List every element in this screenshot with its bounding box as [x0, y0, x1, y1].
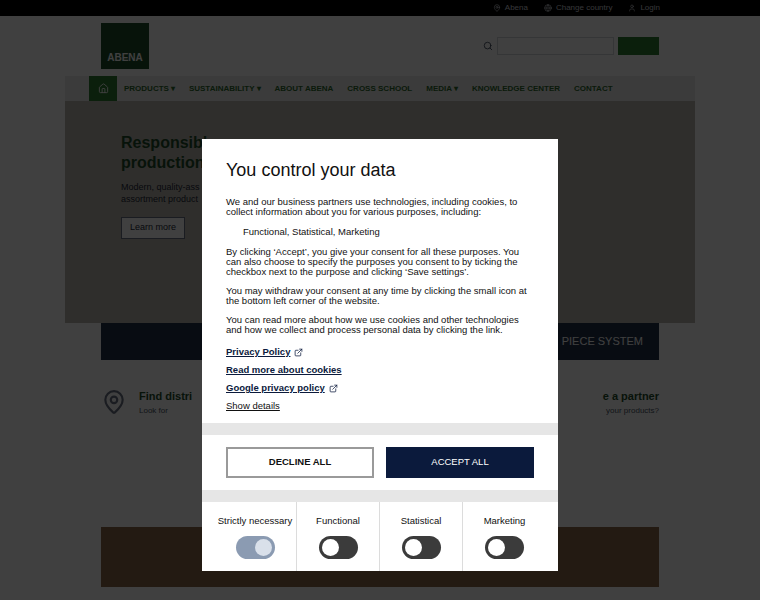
purposes-text: Functional, Statistical, Marketing — [226, 227, 534, 237]
external-link-icon — [329, 384, 338, 393]
toggle-knob — [405, 539, 422, 556]
info-text: You may withdraw your consent at any tim… — [226, 286, 534, 306]
external-link-icon — [294, 348, 303, 357]
button-row: DECLINE ALL ACCEPT ALL — [202, 435, 558, 490]
decline-all-button[interactable]: DECLINE ALL — [226, 447, 374, 478]
category-toggle — [236, 536, 275, 559]
dialog-link[interactable]: Google privacy policy — [226, 383, 534, 393]
consent-dialog: You control your data We and our business… — [202, 139, 558, 571]
dialog-link[interactable]: Privacy Policy — [226, 347, 534, 357]
info-text: By clicking ‘Accept’, you give your cons… — [226, 247, 534, 277]
separator — [202, 423, 558, 435]
category-toggle[interactable] — [485, 536, 524, 559]
dialog-link[interactable]: Read more about cookies — [226, 365, 534, 375]
intro-text: We and our business partners use technol… — [226, 197, 534, 217]
accept-all-button[interactable]: ACCEPT ALL — [386, 447, 534, 478]
category: Functional — [297, 502, 380, 571]
info-text: You can read more about how we use cooki… — [226, 315, 534, 335]
categories: Strictly necessaryFunctionalStatisticalM… — [202, 502, 558, 571]
category: Statistical — [380, 502, 463, 571]
dialog-title: You control your data — [226, 159, 534, 181]
category-toggle[interactable] — [319, 536, 358, 559]
dialog-link[interactable]: Show details — [226, 401, 534, 411]
category: Marketing — [463, 502, 546, 571]
category: Strictly necessary — [214, 502, 297, 571]
separator — [202, 490, 558, 502]
toggle-knob — [488, 539, 505, 556]
toggle-knob — [255, 539, 272, 556]
toggle-knob — [322, 539, 339, 556]
page: AbenaChange countryLoginABENAPRODUCTS▾SU… — [0, 0, 760, 600]
category-toggle[interactable] — [402, 536, 441, 559]
